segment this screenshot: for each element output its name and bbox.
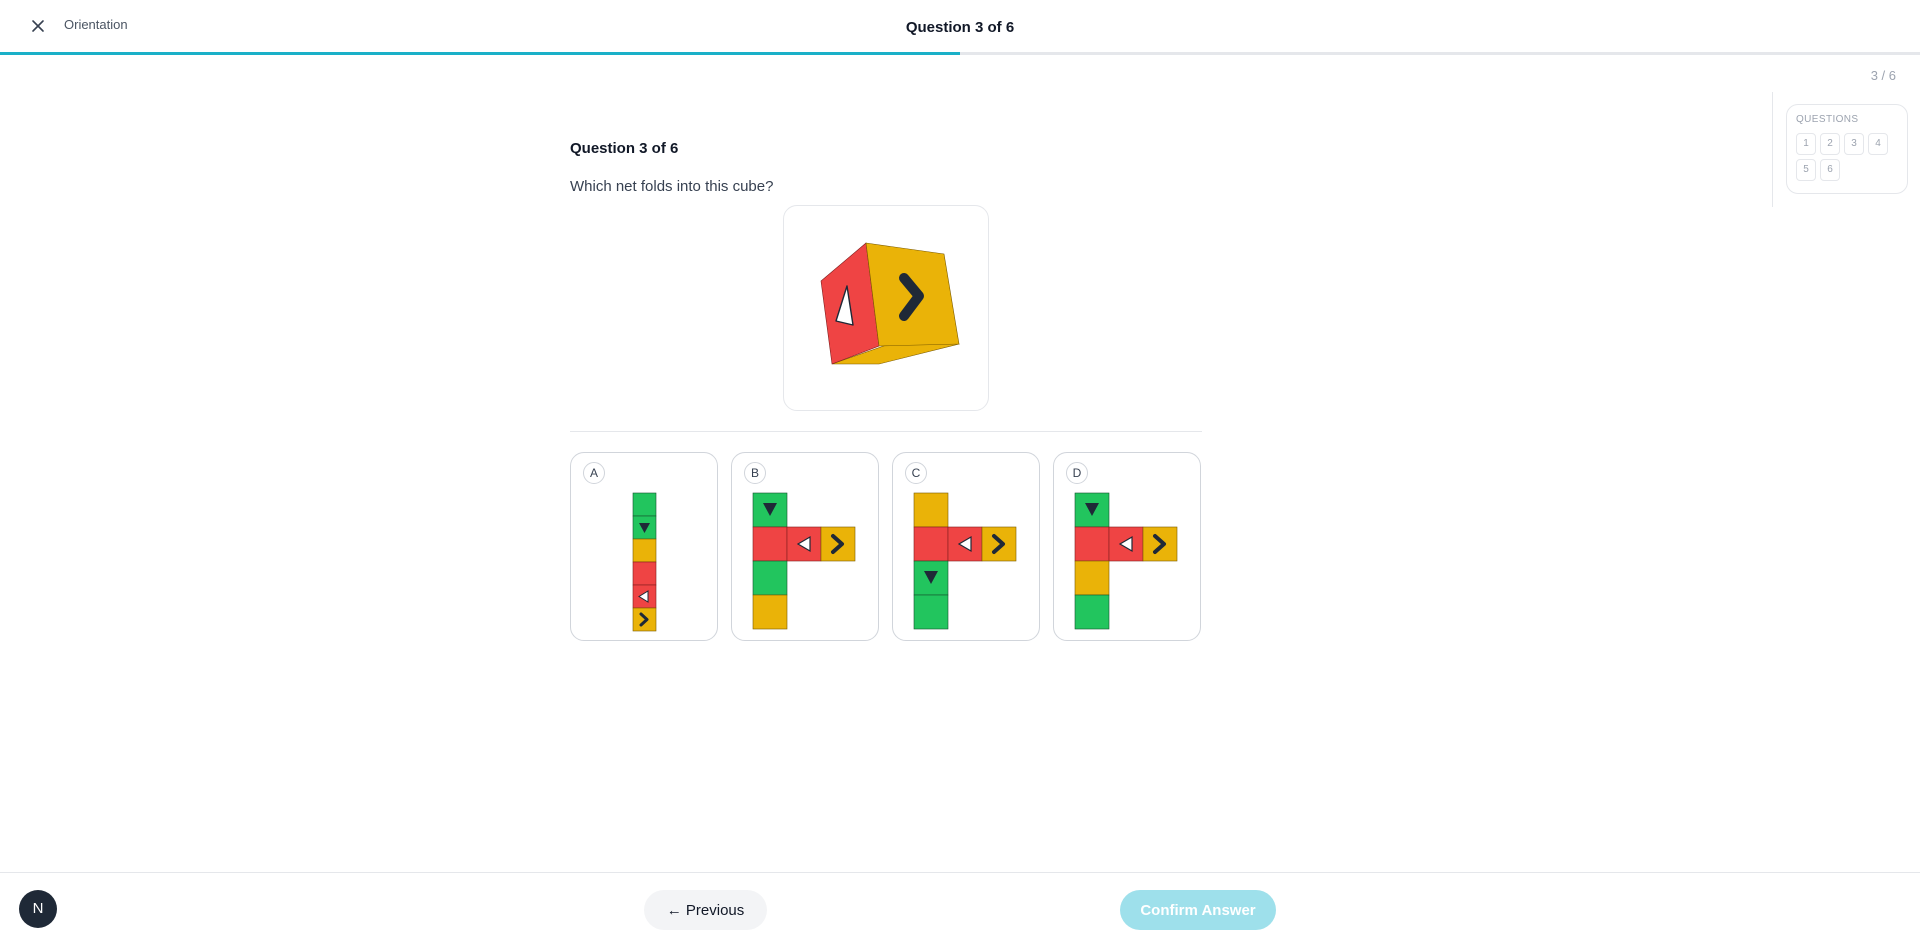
side-divider — [1772, 92, 1773, 207]
question-area: Question 3 of 6 Which net folds into thi… — [570, 140, 1202, 641]
question-heading: Question 3 of 6 — [570, 140, 679, 157]
header-title: Question 3 of 6 — [905, 19, 1015, 36]
answer-options: A B C D — [570, 452, 1202, 641]
question-nav-4[interactable]: 4 — [1868, 133, 1888, 155]
cube-illustration — [820, 242, 960, 365]
net-b-illustration — [752, 492, 856, 630]
net-d-illustration — [1074, 492, 1178, 630]
question-nav-6[interactable]: 6 — [1820, 159, 1840, 181]
question-nav-1[interactable]: 1 — [1796, 133, 1816, 155]
avatar[interactable]: N — [19, 890, 57, 928]
questions-panel: QUESTIONS 1 2 3 4 5 6 — [1786, 104, 1908, 194]
question-counter: 3 / 6 — [1870, 68, 1896, 83]
option-b[interactable]: B — [731, 452, 879, 641]
progress-bar — [0, 52, 1920, 55]
top-bar: Orientation Question 3 of 6 — [0, 0, 1920, 52]
question-nav-3[interactable]: 3 — [1844, 133, 1864, 155]
divider — [570, 431, 1202, 432]
questions-grid: 1 2 3 4 5 6 — [1796, 133, 1898, 181]
bottom-bar: N ← Previous Confirm Answer — [0, 872, 1920, 945]
progress-fill — [0, 52, 960, 55]
net-c-illustration — [913, 492, 1017, 630]
question-nav-5[interactable]: 5 — [1796, 159, 1816, 181]
cube-figure-card — [783, 205, 989, 411]
questions-panel-title: QUESTIONS — [1796, 114, 1859, 125]
option-a[interactable]: A — [570, 452, 718, 641]
previous-button[interactable]: ← Previous — [644, 890, 767, 930]
confirm-answer-button[interactable]: Confirm Answer — [1120, 890, 1276, 930]
option-c[interactable]: C — [892, 452, 1040, 641]
option-d[interactable]: D — [1053, 452, 1201, 641]
question-prompt: Which net folds into this cube? — [570, 178, 774, 195]
question-nav-2[interactable]: 2 — [1820, 133, 1840, 155]
net-a-illustration — [632, 492, 657, 632]
